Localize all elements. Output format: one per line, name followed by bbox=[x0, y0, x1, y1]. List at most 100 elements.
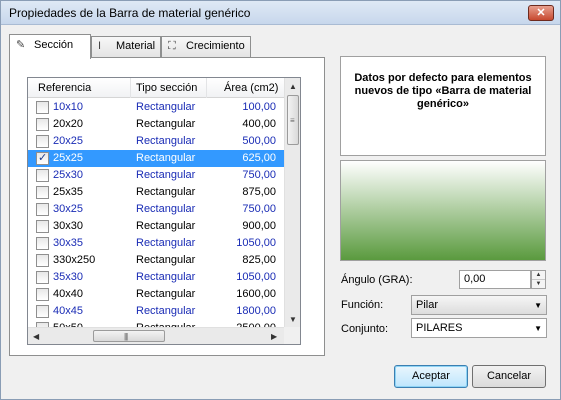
scroll-up-icon[interactable]: ▲ bbox=[289, 82, 297, 91]
cell-tipo: Rectangular bbox=[136, 152, 196, 164]
cell-referencia: 20x25 bbox=[53, 135, 83, 147]
table-row[interactable]: 20x25 Rectangular 500,00 bbox=[28, 133, 284, 150]
row-checkbox[interactable] bbox=[36, 186, 49, 199]
info-box: Datos por defecto para elementos nuevos … bbox=[340, 56, 546, 156]
chevron-down-icon: ▼ bbox=[534, 324, 542, 333]
horizontal-scrollbar[interactable]: ◀ ||| ▶ bbox=[28, 327, 284, 344]
table-row[interactable]: 330x250 Rectangular 825,00 bbox=[28, 252, 284, 269]
row-checkbox[interactable] bbox=[36, 169, 49, 182]
beam-icon: I bbox=[98, 40, 102, 52]
cell-referencia: 30x25 bbox=[53, 203, 83, 215]
row-checkbox[interactable] bbox=[36, 305, 49, 318]
table-row[interactable]: ✓ 25x25 Rectangular 625,00 bbox=[28, 150, 284, 167]
cell-referencia: 25x35 bbox=[53, 186, 83, 198]
row-checkbox[interactable] bbox=[36, 237, 49, 250]
conjunto-select[interactable]: PILARES ▼ bbox=[411, 318, 547, 338]
close-button[interactable]: ✕ bbox=[528, 5, 554, 21]
cell-referencia: 40x40 bbox=[53, 288, 83, 300]
grip-icon: ||| bbox=[124, 332, 128, 341]
table-row[interactable]: 30x30 Rectangular 900,00 bbox=[28, 218, 284, 235]
column-header-area[interactable]: Área (cm2) bbox=[224, 82, 278, 94]
conjunto-value: PILARES bbox=[416, 322, 463, 334]
cell-area: 1050,00 bbox=[236, 237, 276, 249]
row-checkbox[interactable]: ✓ bbox=[36, 152, 49, 165]
column-header-tipo[interactable]: Tipo sección bbox=[136, 82, 197, 94]
angle-input[interactable]: 0,00 bbox=[459, 270, 531, 289]
growth-icon: ⛶ bbox=[168, 40, 176, 52]
vertical-scroll-thumb[interactable]: ≡ bbox=[287, 95, 299, 145]
cell-tipo: Rectangular bbox=[136, 118, 196, 130]
cell-area: 875,00 bbox=[242, 186, 276, 198]
cell-referencia: 35x30 bbox=[53, 271, 83, 283]
cell-tipo: Rectangular bbox=[136, 101, 196, 113]
pencil-icon: ✎ bbox=[16, 39, 26, 51]
cancel-button[interactable]: Cancelar bbox=[472, 365, 546, 388]
grip-icon: ≡ bbox=[290, 116, 295, 125]
table-row[interactable]: 25x30 Rectangular 750,00 bbox=[28, 167, 284, 184]
row-checkbox[interactable] bbox=[36, 254, 49, 267]
cell-area: 1800,00 bbox=[236, 305, 276, 317]
row-checkbox[interactable] bbox=[36, 101, 49, 114]
cell-area: 750,00 bbox=[242, 203, 276, 215]
angle-spinner[interactable]: ▲ ▼ bbox=[531, 270, 546, 289]
table-row[interactable]: 40x40 Rectangular 1600,00 bbox=[28, 286, 284, 303]
row-checkbox[interactable] bbox=[36, 271, 49, 284]
cell-area: 1600,00 bbox=[236, 288, 276, 300]
scroll-right-icon[interactable]: ▶ bbox=[271, 332, 277, 341]
accept-button[interactable]: Aceptar bbox=[394, 365, 468, 388]
tab-seccion[interactable]: ✎ Sección bbox=[9, 34, 91, 59]
table-row[interactable]: 10x10 Rectangular 100,00 bbox=[28, 99, 284, 116]
vertical-scrollbar[interactable]: ▲ ≡ ▼ bbox=[284, 78, 300, 327]
chevron-down-icon: ▼ bbox=[534, 301, 542, 310]
cell-tipo: Rectangular bbox=[136, 220, 196, 232]
tab-crecimiento-label: Crecimiento bbox=[186, 40, 245, 52]
scroll-down-icon[interactable]: ▼ bbox=[289, 315, 297, 324]
check-icon: ✓ bbox=[38, 152, 48, 164]
table-row[interactable]: 30x35 Rectangular 1050,00 bbox=[28, 235, 284, 252]
table-row[interactable]: 35x30 Rectangular 1050,00 bbox=[28, 269, 284, 286]
row-checkbox[interactable] bbox=[36, 203, 49, 216]
cell-area: 750,00 bbox=[242, 169, 276, 181]
cell-area: 825,00 bbox=[242, 254, 276, 266]
funcion-label: Función: bbox=[341, 299, 384, 311]
cell-tipo: Rectangular bbox=[136, 186, 196, 198]
tab-crecimiento[interactable]: ⛶ Crecimiento bbox=[161, 36, 251, 58]
row-checkbox[interactable] bbox=[36, 118, 49, 131]
cell-referencia: 10x10 bbox=[53, 101, 83, 113]
tab-material[interactable]: I Material bbox=[91, 36, 161, 58]
cell-referencia: 30x30 bbox=[53, 220, 83, 232]
cell-tipo: Rectangular bbox=[136, 203, 196, 215]
cell-area: 1050,00 bbox=[236, 271, 276, 283]
dialog-window: Propiedades de la Barra de material gené… bbox=[0, 0, 561, 400]
cell-tipo: Rectangular bbox=[136, 305, 196, 317]
horizontal-scroll-thumb[interactable]: ||| bbox=[93, 330, 165, 342]
funcion-select[interactable]: Pilar ▼ bbox=[411, 295, 547, 315]
spin-up-icon[interactable]: ▲ bbox=[532, 271, 545, 280]
cell-area: 500,00 bbox=[242, 135, 276, 147]
section-table[interactable]: Referencia Tipo sección Área (cm2) 10x10… bbox=[27, 77, 301, 345]
cell-area: 100,00 bbox=[242, 101, 276, 113]
row-checkbox[interactable] bbox=[36, 220, 49, 233]
row-checkbox[interactable] bbox=[36, 288, 49, 301]
table-row[interactable]: 25x35 Rectangular 875,00 bbox=[28, 184, 284, 201]
title-bar[interactable]: Propiedades de la Barra de material gené… bbox=[1, 1, 560, 25]
row-checkbox[interactable] bbox=[36, 135, 49, 148]
cell-tipo: Rectangular bbox=[136, 271, 196, 283]
scroll-left-icon[interactable]: ◀ bbox=[33, 332, 39, 341]
table-header: Referencia Tipo sección Área (cm2) bbox=[28, 78, 284, 98]
column-header-referencia[interactable]: Referencia bbox=[38, 82, 91, 94]
angle-label: Ángulo (GRA): bbox=[341, 274, 413, 286]
cell-referencia: 30x35 bbox=[53, 237, 83, 249]
funcion-value: Pilar bbox=[416, 299, 439, 311]
table-row[interactable]: 20x20 Rectangular 400,00 bbox=[28, 116, 284, 133]
table-row[interactable]: 30x25 Rectangular 750,00 bbox=[28, 201, 284, 218]
spin-down-icon[interactable]: ▼ bbox=[532, 280, 545, 289]
cell-referencia: 25x30 bbox=[53, 169, 83, 181]
cell-area: 400,00 bbox=[242, 118, 276, 130]
cell-tipo: Rectangular bbox=[136, 135, 196, 147]
cell-referencia: 25x25 bbox=[53, 152, 83, 164]
cell-referencia: 20x20 bbox=[53, 118, 83, 130]
cell-area: 625,00 bbox=[242, 152, 276, 164]
table-row[interactable]: 40x45 Rectangular 1800,00 bbox=[28, 303, 284, 320]
cell-referencia: 330x250 bbox=[53, 254, 96, 266]
